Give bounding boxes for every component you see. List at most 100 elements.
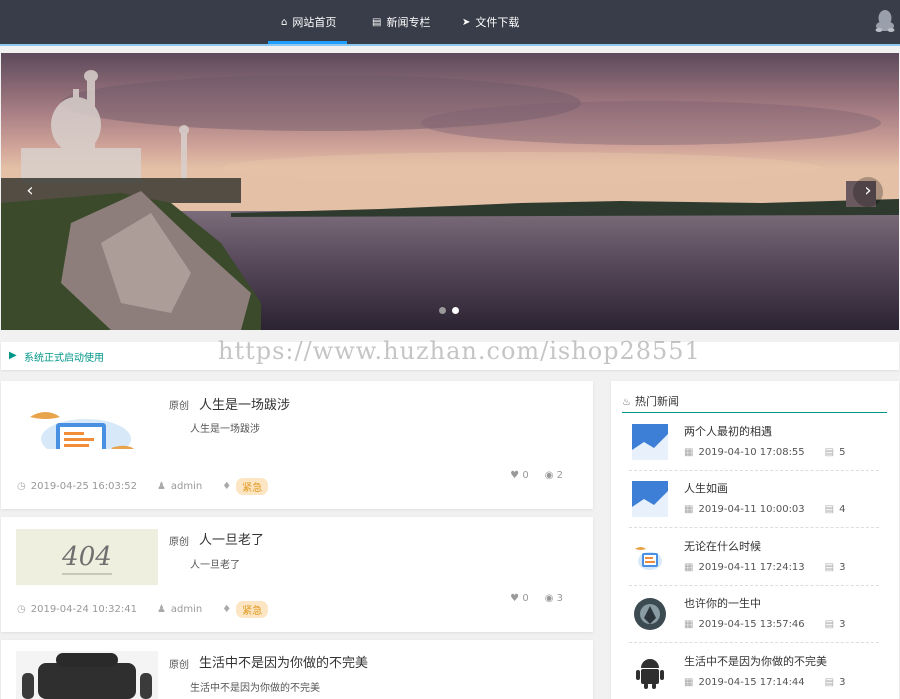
notice-text[interactable]: 系统正式启动使用 — [24, 349, 104, 364]
article-stats: ♥ 0 ◉ 3 — [510, 593, 563, 604]
nav-item-home[interactable]: ⌂ 网站首页 — [267, 0, 348, 44]
eye-icon: ◉ — [544, 593, 554, 604]
article-thumbnail[interactable] — [16, 393, 158, 449]
view-count: ◉ 3 — [545, 593, 563, 604]
comment-icon: ♥ — [510, 470, 520, 481]
original-label: 原创 — [169, 660, 189, 671]
hot-news-item[interactable]: 人生如画 ▦ 2019-04-11 10:00:03 ▤ 4 — [629, 471, 879, 528]
article-date: 2019-04-24 10:32:41 — [30, 604, 137, 615]
hot-news-date: 2019-04-11 10:00:03 — [698, 504, 805, 515]
article-thumbnail[interactable]: 404 — [16, 529, 158, 585]
carousel-prev-button[interactable]: ‹ — [15, 177, 45, 207]
article-author: admin — [170, 604, 203, 615]
404-code: 404 — [61, 542, 112, 572]
user-icon: ♟ — [156, 481, 166, 492]
clock-icon: ◷ — [17, 481, 26, 492]
article-date: 2019-04-25 16:03:52 — [30, 481, 137, 492]
hot-news-views: 3 — [839, 562, 846, 573]
qq-icon[interactable] — [874, 9, 896, 33]
article-title[interactable]: 生活中不是因为你做的不完美 — [199, 652, 368, 671]
view-count: ◉ 2 — [545, 470, 563, 481]
comment-count-value: 0 — [522, 593, 529, 604]
clock-icon: ◷ — [17, 604, 26, 615]
nav-item-label: 文件下载 — [475, 15, 520, 29]
hot-news-meta: ▦ 2019-04-10 17:08:55 ▤ 5 — [684, 447, 846, 458]
tag-icon: ♦ — [222, 481, 232, 492]
hot-news-header: ♨ 热门新闻 — [622, 393, 887, 413]
watermark-text: https://www.huzhan.com/ishop28551 — [218, 337, 701, 365]
article-title[interactable]: 人一旦老了 — [199, 529, 264, 548]
hot-news-date: 2019-04-10 17:08:55 — [698, 447, 805, 458]
hot-news-item[interactable]: 无论在什么时候 ▦ 2019-04-11 17:24:13 ▤ 3 — [629, 529, 879, 586]
home-icon: ⌂ — [281, 16, 288, 28]
hot-news-views: 5 — [839, 447, 846, 458]
hot-news-title[interactable]: 两个人最初的相遇 — [684, 423, 772, 439]
banner-image — [1, 53, 899, 330]
comment-icon: ♥ — [510, 593, 520, 604]
status-badge[interactable]: 紧急 — [236, 601, 269, 618]
hot-news-item[interactable]: 也许你的一生中 ▦ 2019-04-15 13:57:46 ▤ 3 — [629, 586, 879, 643]
status-badge[interactable]: 紧急 — [236, 478, 269, 495]
article-meta: ◷ 2019-04-25 16:03:52 ♟ admin ♦ 紧急 — [17, 478, 269, 495]
hot-news-thumb[interactable] — [632, 654, 668, 690]
blue-thumb — [632, 481, 668, 517]
calendar-icon: ▦ — [684, 447, 694, 458]
original-label: 原创 — [169, 537, 189, 548]
article-thumbnail[interactable] — [16, 651, 158, 699]
hot-news-thumb[interactable] — [632, 539, 668, 575]
hot-news-item[interactable]: 生活中不是因为你做的不完美 ▦ 2019-04-15 17:14:44 ▤ 3 — [629, 644, 879, 699]
nav-underline — [0, 44, 900, 46]
hot-news-thumb[interactable] — [632, 596, 668, 632]
android-thumb — [16, 651, 158, 699]
calendar-icon: ▦ — [684, 504, 694, 515]
hot-news-title[interactable]: 无论在什么时候 — [684, 538, 761, 554]
book-icon: ▤ — [824, 504, 835, 515]
hot-news-thumb[interactable] — [632, 481, 668, 517]
hot-news-meta: ▦ 2019-04-11 17:24:13 ▤ 3 — [684, 562, 846, 573]
book-icon: ▤ — [824, 677, 835, 688]
hot-news-views: 3 — [839, 619, 846, 630]
speaker-icon: ▶ — [9, 350, 17, 361]
article-stats: ♥ 0 ◉ 2 — [510, 470, 563, 481]
article-summary: 人一旦老了 — [190, 560, 240, 571]
carousel-dot[interactable] — [439, 307, 446, 314]
hot-news-date: 2019-04-11 17:24:13 — [698, 562, 805, 573]
calendar-icon: ▦ — [684, 619, 694, 630]
illustration-thumb — [632, 539, 668, 575]
view-count-value: 3 — [556, 593, 563, 604]
nav-item-news[interactable]: ▤ 新闻专栏 — [372, 0, 430, 44]
article-summary: 生活中不是因为你做的不完美 — [190, 683, 320, 694]
hot-news-title[interactable]: 也许你的一生中 — [684, 595, 761, 611]
article-author: admin — [170, 481, 203, 492]
hot-news-title[interactable]: 人生如画 — [684, 480, 728, 496]
hot-news-views: 3 — [839, 677, 846, 688]
nav-item-label: 网站首页 — [292, 15, 337, 29]
carousel-dot-active[interactable] — [452, 307, 459, 314]
book-icon: ▤ — [824, 447, 835, 458]
hot-news-title[interactable]: 生活中不是因为你做的不完美 — [684, 653, 827, 669]
comment-count-value: 0 — [522, 470, 529, 481]
nav-item-label: 新闻专栏 — [386, 15, 431, 29]
article-card[interactable]: 404 原创 人一旦老了 人一旦老了 ◷ 2019-04-24 10:32:41… — [1, 517, 593, 632]
hot-news-title: 热门新闻 — [634, 395, 679, 408]
article-card[interactable]: 原创 人生是一场跋涉 人生是一场跋涉 ◷ 2019-04-25 16:03:52… — [1, 381, 593, 509]
book-icon: ▤ — [824, 562, 835, 573]
hot-news-item[interactable]: 两个人最初的相遇 ▦ 2019-04-10 17:08:55 ▤ 5 — [629, 414, 879, 471]
illustration-thumb — [16, 393, 158, 449]
carousel-indicator — [439, 307, 459, 314]
tag-icon: ♦ — [222, 604, 232, 615]
comment-count: ♥ 0 — [510, 470, 529, 481]
banner-carousel[interactable]: ‹ › — [1, 53, 899, 330]
nav-item-download[interactable]: ➤ 文件下载 — [462, 0, 519, 44]
article-card[interactable]: 原创 生活中不是因为你做的不完美 生活中不是因为你做的不完美 — [1, 640, 593, 699]
carousel-next-button[interactable]: › — [853, 177, 883, 207]
original-label: 原创 — [169, 401, 189, 412]
eye-icon: ◉ — [544, 470, 554, 481]
hot-news-thumb[interactable] — [632, 424, 668, 460]
book-icon: ▤ — [824, 619, 835, 630]
top-nav-bar: ⌂ 网站首页 ▤ 新闻专栏 ➤ 文件下载 — [0, 0, 900, 44]
article-title[interactable]: 人生是一场跋涉 — [199, 394, 290, 413]
calendar-icon: ▦ — [684, 562, 694, 573]
hot-news-date: 2019-04-15 13:57:46 — [698, 619, 805, 630]
calendar-icon: ▦ — [684, 677, 694, 688]
